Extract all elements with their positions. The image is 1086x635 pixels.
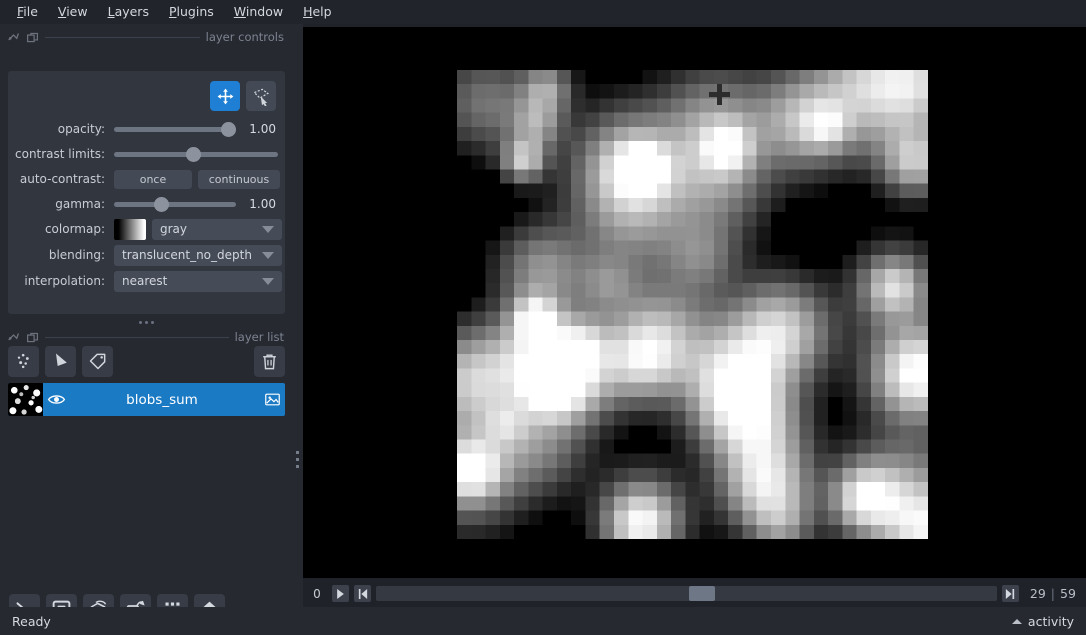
dock-divider xyxy=(45,36,200,38)
splitter-grip xyxy=(296,451,299,468)
blending-row: blending: translucent_no_depth xyxy=(8,244,285,266)
play-button[interactable] xyxy=(332,585,349,602)
blending-label: blending: xyxy=(48,248,105,262)
layer-mode-tool-row xyxy=(210,81,276,111)
opacity-slider-track xyxy=(114,126,236,132)
colormap-label: colormap: xyxy=(44,222,105,236)
menu-bar: File View Layers Plugins Window Help xyxy=(0,0,1086,24)
interpolation-value: nearest xyxy=(122,274,168,288)
activity-button[interactable]: activity xyxy=(1011,613,1074,629)
previous-frame-button[interactable] xyxy=(354,585,371,602)
delete-layer-button[interactable] xyxy=(254,345,285,377)
points-icon xyxy=(17,353,29,369)
gamma-label: gamma: xyxy=(55,197,105,211)
gamma-slider-track xyxy=(114,201,236,207)
new-shapes-layer-button[interactable] xyxy=(45,345,76,377)
step-back-icon xyxy=(358,588,367,599)
gamma-value: 1.00 xyxy=(249,197,276,211)
viewer-canvas[interactable] xyxy=(303,27,1086,578)
new-labels-layer-button[interactable] xyxy=(82,345,113,377)
play-icon xyxy=(337,588,344,599)
labels-tag-icon xyxy=(89,353,105,370)
gamma-row: gamma: 1.00 xyxy=(8,193,285,215)
opacity-value: 1.00 xyxy=(249,122,276,136)
blending-combobox[interactable]: translucent_no_depth xyxy=(114,244,282,266)
auto-contrast-label: auto-contrast: xyxy=(19,172,105,186)
canvas-crosshair-marker xyxy=(709,84,730,105)
colormap-row: colormap: gray xyxy=(8,218,285,240)
dimension-slider-bar: 0 29 | 59 xyxy=(303,580,1086,607)
menu-help[interactable]: Help xyxy=(294,1,341,23)
panel-splitter[interactable] xyxy=(292,24,303,607)
colormap-combobox[interactable]: gray xyxy=(152,218,282,240)
dimension-current-value: 29 xyxy=(1029,586,1046,601)
layer-name-label: blobs_sum xyxy=(126,391,198,408)
activity-label: activity xyxy=(1027,613,1074,629)
colormap-swatch xyxy=(114,218,146,240)
layer-visibility-toggle[interactable] xyxy=(43,390,69,409)
auto-contrast-row: auto-contrast: once continuous xyxy=(8,168,285,190)
menu-file[interactable]: File xyxy=(8,1,47,23)
transform-icon xyxy=(252,88,269,106)
pan-zoom-tool-button[interactable] xyxy=(210,81,240,111)
layer-list-item-blobs-sum[interactable]: blobs_sum xyxy=(8,383,285,416)
interpolation-row: interpolation: nearest xyxy=(8,270,285,292)
interpolation-label: interpolation: xyxy=(24,274,105,288)
menu-window[interactable]: Window xyxy=(225,1,292,23)
status-bar: Ready activity xyxy=(0,607,1086,635)
colormap-value: gray xyxy=(160,222,188,236)
contrast-limits-row: contrast limits: xyxy=(8,143,285,165)
image-layer-icon xyxy=(264,393,280,406)
float-dock-icon[interactable] xyxy=(7,331,20,344)
layer-thumbnail xyxy=(8,383,43,416)
pan-arrows-icon xyxy=(217,88,233,104)
layer-controls-panel: opacity: 1.00 contrast limits: auto-cont xyxy=(8,71,285,314)
interpolation-combobox[interactable]: nearest xyxy=(114,270,282,292)
chevron-down-icon xyxy=(262,277,274,285)
status-message: Ready xyxy=(12,613,51,629)
dimension-slider[interactable] xyxy=(376,586,997,601)
eye-icon xyxy=(47,395,65,404)
contrast-limits-label: contrast limits: xyxy=(15,147,105,161)
dock-divider xyxy=(45,336,229,338)
menu-plugins[interactable]: Plugins xyxy=(160,1,223,23)
layer-controls-title: layer controls xyxy=(205,30,284,44)
new-points-layer-button[interactable] xyxy=(8,345,39,377)
menu-view[interactable]: View xyxy=(49,1,97,23)
blending-value: translucent_no_depth xyxy=(122,248,252,262)
dimension-max-value: 59 xyxy=(1060,586,1076,601)
opacity-row: opacity: 1.00 xyxy=(8,118,285,140)
transform-tool-button[interactable] xyxy=(246,81,276,111)
layer-list-title: layer list xyxy=(234,330,284,344)
layer-type-indicator xyxy=(259,391,285,408)
shapes-icon xyxy=(55,353,67,366)
opacity-slider[interactable] xyxy=(114,120,236,138)
contrast-limits-slider-handle[interactable] xyxy=(185,147,201,162)
contrast-limits-slider[interactable] xyxy=(114,145,278,163)
chevron-down-icon xyxy=(262,225,274,233)
step-forward-icon xyxy=(1006,588,1015,599)
left-dock-panel: layer controls opacity: 1.00 contrast li… xyxy=(0,24,292,625)
opacity-slider-handle[interactable] xyxy=(221,122,236,137)
dim-axis-label: 0 xyxy=(313,586,321,601)
auto-contrast-continuous-button[interactable]: continuous xyxy=(198,169,280,189)
close-dock-icon[interactable] xyxy=(26,331,39,344)
gamma-slider[interactable] xyxy=(114,195,236,213)
next-frame-button[interactable] xyxy=(1001,585,1019,602)
layer-action-bar xyxy=(8,345,285,377)
close-dock-icon[interactable] xyxy=(26,31,39,44)
float-dock-icon[interactable] xyxy=(7,31,20,44)
chevron-up-icon xyxy=(1011,618,1022,624)
opacity-label: opacity: xyxy=(57,122,105,136)
image-layer-blobs-sum xyxy=(457,70,928,539)
gamma-slider-handle[interactable] xyxy=(153,197,169,212)
layer-list-dock-header: layer list xyxy=(0,324,292,346)
auto-contrast-once-button[interactable]: once xyxy=(114,169,192,189)
chevron-down-icon xyxy=(262,251,274,259)
dimension-separator: | xyxy=(1050,586,1055,601)
layer-controls-dock-header: layer controls xyxy=(0,28,292,46)
dimension-slider-handle[interactable] xyxy=(688,586,715,601)
trash-icon xyxy=(263,353,276,369)
menu-layers[interactable]: Layers xyxy=(99,1,158,23)
